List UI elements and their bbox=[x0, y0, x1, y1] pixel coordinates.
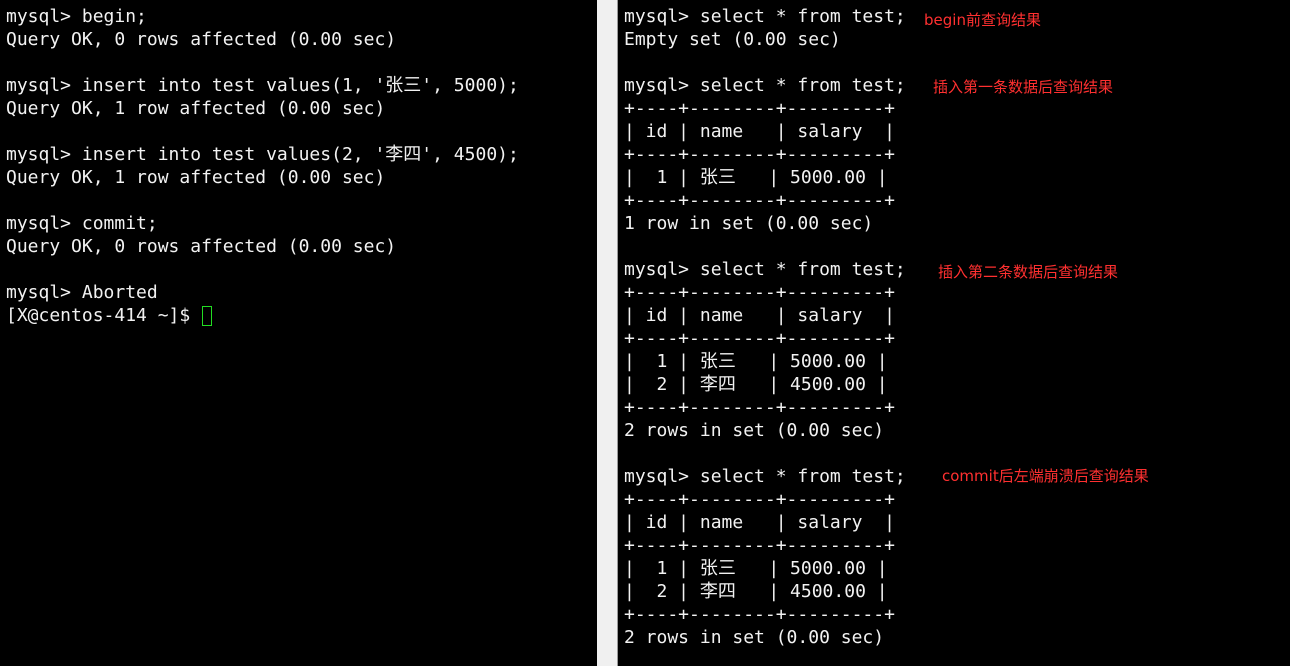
table-border-line: +----+--------+---------+ bbox=[624, 604, 895, 625]
right-terminal-pane[interactable]: mysql> select * from test; Empty set (0.… bbox=[618, 0, 1290, 666]
terminal-line: Query OK, 1 row affected (0.00 sec) bbox=[6, 167, 386, 188]
terminal-line: Query OK, 0 rows affected (0.00 sec) bbox=[6, 29, 397, 50]
table-border-line: +----+--------+---------+ bbox=[624, 397, 895, 418]
screenshot: mysql> begin; Query OK, 0 rows affected … bbox=[0, 0, 1290, 666]
terminal-line: Query OK, 1 row affected (0.00 sec) bbox=[6, 98, 386, 119]
table-border-line: +----+--------+---------+ bbox=[624, 328, 895, 349]
terminal-line: Query OK, 0 rows affected (0.00 sec) bbox=[6, 236, 397, 257]
annotation-after-commit-crash: commit后左端崩溃后查询结果 bbox=[942, 467, 1149, 485]
terminal-line: mysql> commit; bbox=[6, 213, 158, 234]
terminal-line: 2 rows in set (0.00 sec) bbox=[624, 627, 885, 648]
terminal-cursor[interactable] bbox=[202, 306, 212, 326]
table-border-line: +----+--------+---------+ bbox=[624, 190, 895, 211]
terminal-line: 1 row in set (0.00 sec) bbox=[624, 213, 874, 234]
table-border-line: +----+--------+---------+ bbox=[624, 282, 895, 303]
table-row-line: | 2 | 李四 | 4500.00 | bbox=[624, 374, 888, 395]
terminal-line: 2 rows in set (0.00 sec) bbox=[624, 420, 885, 441]
table-header-line: | id | name | salary | bbox=[624, 305, 895, 326]
table-header-line: | id | name | salary | bbox=[624, 121, 895, 142]
table-border-line: +----+--------+---------+ bbox=[624, 535, 895, 556]
table-header-line: | id | name | salary | bbox=[624, 512, 895, 533]
table-row-line: | 1 | 张三 | 5000.00 | bbox=[624, 558, 888, 579]
left-terminal-pane[interactable]: mysql> begin; Query OK, 0 rows affected … bbox=[0, 0, 597, 666]
terminal-line: mysql> select * from test; bbox=[624, 75, 906, 96]
terminal-line: mysql> select * from test; bbox=[624, 259, 906, 280]
pane-splitter[interactable] bbox=[597, 0, 618, 666]
table-row-line: | 1 | 张三 | 5000.00 | bbox=[624, 167, 888, 188]
table-row-line: | 1 | 张三 | 5000.00 | bbox=[624, 351, 888, 372]
terminal-line: mysql> insert into test values(1, '张三', … bbox=[6, 75, 519, 96]
terminal-line: mysql> insert into test values(2, '李四', … bbox=[6, 144, 519, 165]
terminal-line: mysql> select * from test; bbox=[624, 6, 906, 27]
annotation-after-second-insert: 插入第二条数据后查询结果 bbox=[938, 263, 1119, 281]
annotation-before-begin: begin前查询结果 bbox=[924, 11, 1041, 29]
table-border-line: +----+--------+---------+ bbox=[624, 489, 895, 510]
table-border-line: +----+--------+---------+ bbox=[624, 98, 895, 119]
terminal-line: mysql> select * from test; bbox=[624, 466, 906, 487]
terminal-line: mysql> Aborted bbox=[6, 282, 158, 303]
table-border-line: +----+--------+---------+ bbox=[624, 144, 895, 165]
table-row-line: | 2 | 李四 | 4500.00 | bbox=[624, 581, 888, 602]
annotation-after-first-insert: 插入第一条数据后查询结果 bbox=[933, 78, 1114, 96]
terminal-line: mysql> begin; bbox=[6, 6, 147, 27]
terminal-line: Empty set (0.00 sec) bbox=[624, 29, 841, 50]
shell-prompt-line: [X@centos-414 ~]$ bbox=[6, 305, 202, 326]
